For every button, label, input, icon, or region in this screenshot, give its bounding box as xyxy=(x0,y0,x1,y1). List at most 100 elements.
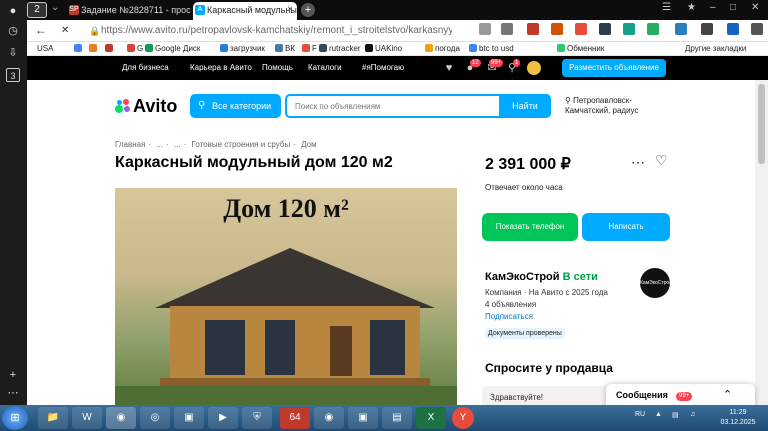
chrome-icon[interactable]: ◉ xyxy=(106,407,136,429)
network-icon[interactable]: ▤ xyxy=(672,411,679,419)
extension-icon[interactable] xyxy=(527,23,539,35)
extension-icon[interactable] xyxy=(675,23,687,35)
scrollbar-thumb[interactable] xyxy=(758,84,765,164)
profile-icon[interactable]: ● xyxy=(6,4,20,18)
media-player-icon[interactable]: ▶ xyxy=(208,407,238,429)
side-counter[interactable]: 3 xyxy=(6,68,20,82)
bookmark-label: загрузчик xyxy=(230,44,265,53)
bookmark-item[interactable] xyxy=(89,43,99,55)
subscribe-link[interactable]: Подписаться xyxy=(485,312,533,321)
bookmark-item[interactable]: Google Диск xyxy=(145,43,200,55)
more-options-icon[interactable]: ⋯ xyxy=(631,154,645,171)
search-button[interactable]: Найти xyxy=(499,94,551,118)
language-indicator[interactable]: RU xyxy=(635,411,645,418)
translate-icon[interactable] xyxy=(479,23,491,35)
new-tab-button[interactable]: + xyxy=(301,3,315,17)
extension-icon[interactable] xyxy=(551,23,563,35)
extension-icon[interactable] xyxy=(575,23,587,35)
tab-avito[interactable]: A Каркасный модульный × xyxy=(193,2,297,20)
back-icon[interactable]: ← xyxy=(35,24,47,37)
bookmark-icon[interactable]: ★ xyxy=(687,2,696,13)
write-button[interactable]: Написать xyxy=(582,213,670,241)
extension-icon[interactable] xyxy=(727,23,739,35)
bookmark-item[interactable]: F xyxy=(302,43,317,55)
explorer-icon[interactable]: 📁 xyxy=(38,407,68,429)
ask-suggestion[interactable]: Здравствуйте! xyxy=(482,386,612,405)
seller-ads-count[interactable]: 4 объявления xyxy=(485,300,536,309)
menu-icon[interactable]: ☰ xyxy=(662,2,671,13)
window-close-icon[interactable]: ✕ xyxy=(751,2,759,13)
download-icon[interactable] xyxy=(751,23,763,35)
bookmark-item[interactable]: UAKino xyxy=(365,43,402,55)
clock-date: 03.12.2025 xyxy=(720,419,756,426)
nav-catalogs[interactable]: Каталоги xyxy=(308,63,342,72)
panel-menu-icon[interactable]: ⋯ xyxy=(6,386,20,400)
close-icon[interactable]: × xyxy=(287,2,293,18)
extension-icon[interactable] xyxy=(701,23,713,35)
chevron-up-icon[interactable]: ⌃ xyxy=(723,388,732,401)
bookmark-page-icon[interactable] xyxy=(501,23,513,35)
tab-list-chevron-icon[interactable]: ⌄ xyxy=(51,2,59,13)
bookmark-item[interactable]: ВК xyxy=(275,43,295,55)
browser-icon[interactable]: ◎ xyxy=(140,407,170,429)
clock[interactable]: 11:29 03.12.2025 xyxy=(718,408,758,428)
bookmark-icon xyxy=(319,44,327,52)
minimize-icon[interactable]: – xyxy=(710,2,716,13)
bookmark-item[interactable] xyxy=(74,43,84,55)
breadcrumb-item[interactable]: ... xyxy=(174,140,181,149)
bookmark-item[interactable]: погода xyxy=(425,43,460,55)
nav-career[interactable]: Карьера в Авито xyxy=(190,63,252,72)
app-64-icon[interactable]: 64 xyxy=(280,407,310,429)
yandex-icon[interactable]: Y xyxy=(452,407,474,429)
start-button[interactable]: ⊞ xyxy=(2,406,28,430)
tab-task[interactable]: SP Задание №2828711 - прос × xyxy=(67,2,207,20)
url-field[interactable]: 🔒 https://www.avito.ru/petropavlovsk-kam… xyxy=(87,22,452,40)
app-icon[interactable]: W xyxy=(72,407,102,429)
reload-stop-icon[interactable]: ✕ xyxy=(61,24,69,37)
bookmark-item[interactable] xyxy=(105,43,115,55)
bookmark-item[interactable]: btc to usd xyxy=(469,43,514,55)
excel-icon[interactable]: X xyxy=(416,407,446,429)
volume-icon[interactable]: ♫ xyxy=(690,411,695,418)
extension-icon[interactable] xyxy=(623,23,635,35)
tray-chevron-icon[interactable]: ▲ xyxy=(655,411,662,418)
bookmark-item[interactable]: G xyxy=(127,43,143,55)
history-icon[interactable]: ◷ xyxy=(6,24,20,38)
bookmark-item[interactable]: USA xyxy=(37,43,53,55)
bookmark-item[interactable]: Другие закладки xyxy=(685,43,746,55)
downloads-icon[interactable]: ⇩ xyxy=(6,46,20,60)
location-selector[interactable]: ⚲ Петропавловск-Камчатский, радиус xyxy=(565,96,675,116)
app-icon[interactable]: ◉ xyxy=(314,407,344,429)
extension-icon[interactable] xyxy=(647,23,659,35)
bookmark-item[interactable]: rutracker xyxy=(319,43,361,55)
shield-icon[interactable]: ⛨ xyxy=(242,407,272,429)
show-phone-button[interactable]: Показать телефон xyxy=(482,213,578,241)
bookmark-item[interactable]: загрузчик xyxy=(220,43,265,55)
nav-business[interactable]: Для бизнеса xyxy=(122,63,169,72)
breadcrumb-item[interactable]: ... xyxy=(156,140,163,149)
search-input[interactable] xyxy=(287,96,497,116)
post-ad-button[interactable]: Разместить объявление xyxy=(562,59,666,77)
app-icon[interactable]: ▤ xyxy=(382,407,412,429)
maximize-icon[interactable]: □ xyxy=(730,2,736,13)
breadcrumb-item[interactable]: Дом xyxy=(301,140,316,149)
avito-logo[interactable]: Avito xyxy=(115,96,177,117)
tab-count[interactable]: 2 xyxy=(27,2,47,18)
breadcrumb-item[interactable]: Готовые строения и срубы xyxy=(192,140,291,149)
extension-icon[interactable] xyxy=(599,23,611,35)
nav-help[interactable]: Помощь xyxy=(262,63,293,72)
favorites-heart-icon[interactable]: ♥ xyxy=(442,61,456,75)
breadcrumb-item[interactable]: Главная xyxy=(115,140,145,149)
all-categories-button[interactable]: ⚲ Все категории xyxy=(190,94,281,118)
seller-name[interactable]: КамЭкоСтрой В сети xyxy=(485,271,598,283)
app-icon[interactable]: ▣ xyxy=(348,407,378,429)
add-panel-icon[interactable]: + xyxy=(6,368,20,382)
seller-avatar[interactable]: КамЭкоСтрой xyxy=(640,268,672,298)
bookmark-item[interactable]: Обменник xyxy=(557,43,604,55)
nav-ihelp[interactable]: #яПомогаю xyxy=(362,63,404,72)
listing-photo[interactable]: Дом 120 м² xyxy=(115,188,457,405)
user-avatar[interactable] xyxy=(527,61,541,75)
favorite-heart-icon[interactable]: ♡ xyxy=(655,152,668,169)
monitor-icon[interactable]: ▣ xyxy=(174,407,204,429)
page-scrollbar[interactable] xyxy=(755,80,768,405)
